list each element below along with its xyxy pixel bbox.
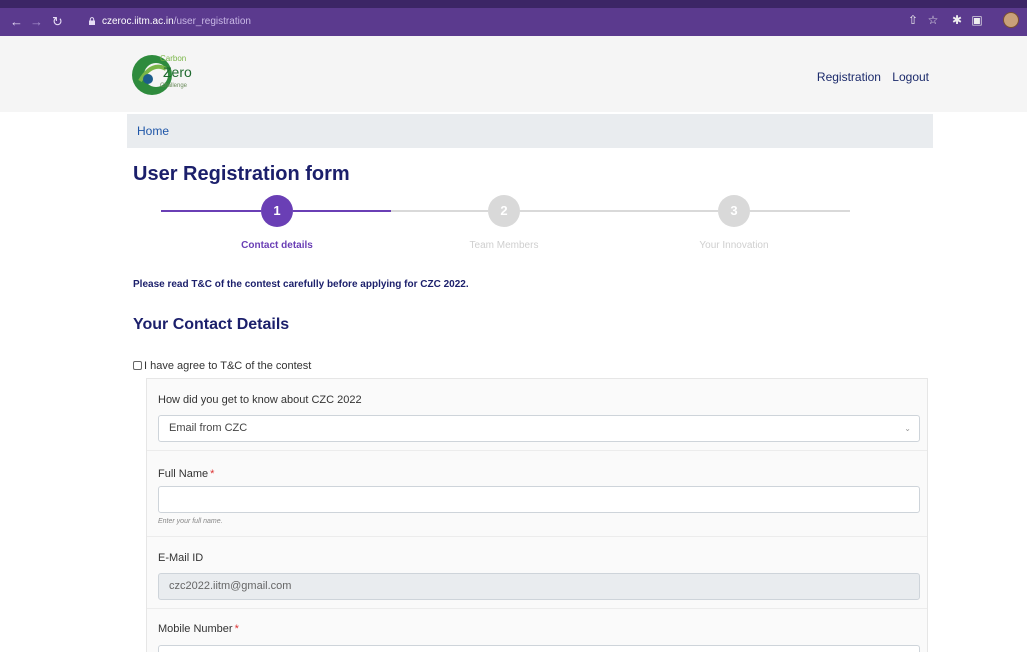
breadcrumb-home-link[interactable]: Home [137,124,169,138]
logo-text-challenge: Challenge [160,83,188,89]
step-3-label: Your Innovation [699,240,769,251]
step-connector [520,210,718,212]
step-connector [161,210,261,212]
step-1-label: Contact details [241,240,313,251]
email-field: czc2022.iitm@gmail.com [158,573,920,600]
url-host: czeroc.iitm.ac.in [102,16,174,27]
step-2-circle[interactable]: 2 [488,195,520,227]
logout-link[interactable]: Logout [892,70,929,84]
terms-checkbox[interactable] [133,361,142,370]
step-connector [391,210,488,212]
mobile-number-input[interactable] [158,645,920,652]
contact-form: How did you get to know about CZC 2022 E… [146,378,928,652]
required-mark: * [210,468,215,480]
email-group: E-Mail ID czc2022.iitm@gmail.com [147,537,927,609]
source-label: How did you get to know about CZC 2022 [158,394,362,406]
source-select[interactable]: Email from CZC ⌄ [158,415,920,442]
browser-tab-strip [0,0,1027,8]
profile-avatar[interactable] [1003,12,1019,28]
url-path: /user_registration [173,16,251,27]
chevron-down-icon: ⌄ [904,424,911,433]
required-mark: * [234,623,239,635]
full-name-help: Enter your full name. [158,518,223,525]
back-icon[interactable]: ← [10,15,23,29]
bookmark-star-icon[interactable]: ☆ [926,13,940,27]
sidebar-icon[interactable]: ▣ [970,13,984,27]
page-title: User Registration form [133,163,350,185]
step-connector [293,210,391,212]
lock-icon [89,17,95,25]
mobile-group: Mobile Number * [147,609,927,652]
reload-icon[interactable]: ↻ [52,15,63,29]
step-connector [750,210,850,212]
full-name-group: Full Name * Enter your full name. [147,451,927,537]
step-2-label: Team Members [469,240,539,251]
address-bar[interactable]: czeroc.iitm.ac.in/user_registration [88,13,968,31]
forward-icon[interactable]: → [30,15,43,29]
terms-checkbox-label: I have agree to T&C of the contest [144,360,312,372]
full-name-input[interactable] [158,486,920,513]
logo-text-zero: Zero [163,64,192,80]
extensions-icon[interactable]: ✱ [950,13,964,27]
terms-notice: Please read T&C of the contest carefully… [133,279,469,290]
registration-link[interactable]: Registration [817,70,881,84]
section-title: Your Contact Details [133,316,290,333]
full-name-label: Full Name * [158,468,214,480]
mobile-label-text: Mobile Number [158,623,233,635]
full-name-label-text: Full Name [158,468,209,480]
terms-agreement[interactable]: I have agree to T&C of the contest [133,360,311,372]
logo-text-carbon: Carbon [160,54,187,63]
breadcrumb: Home [127,114,933,148]
source-select-value: Email from CZC [169,422,248,434]
source-group: How did you get to know about CZC 2022 E… [147,379,927,451]
header-nav: Registration Logout [809,70,929,84]
step-3-circle[interactable]: 3 [718,195,750,227]
step-1-circle[interactable]: 1 [261,195,293,227]
email-label: E-Mail ID [158,552,204,564]
share-icon[interactable]: ⇧ [906,13,920,27]
browser-toolbar: ← → ↻ czeroc.iitm.ac.in/user_registratio… [0,0,1027,36]
mobile-label: Mobile Number * [158,623,239,635]
